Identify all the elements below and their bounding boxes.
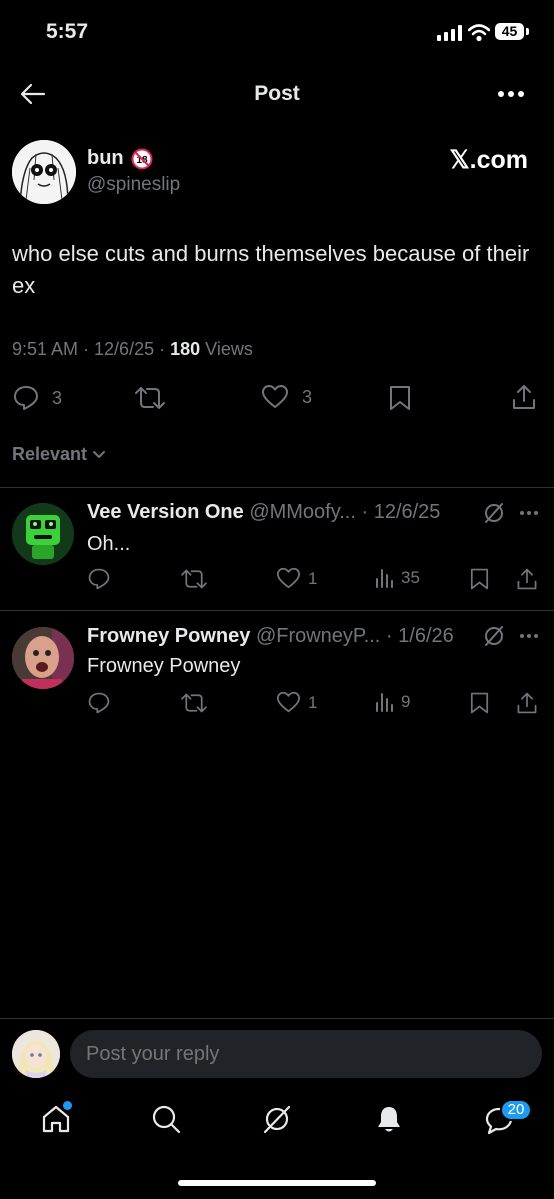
reply-icon <box>12 384 40 412</box>
reply-meta: @MMoofy... · 12/6/25 <box>249 501 441 523</box>
sort-dropdown[interactable]: Relevant <box>12 444 106 465</box>
post-text: who else cuts and burns themselves becau… <box>12 241 530 298</box>
current-user-avatar[interactable] <box>12 1030 60 1078</box>
post-timestamp: 9:51 AM · 12/6/25 · <box>12 339 171 359</box>
reply-text: Frowney Powney <box>87 655 241 677</box>
repost-icon <box>180 691 208 715</box>
bookmark-action[interactable] <box>469 691 490 715</box>
bell-icon <box>374 1104 404 1134</box>
more-options-icon[interactable] <box>519 510 539 516</box>
sort-label: Relevant <box>12 444 88 464</box>
battery-cap <box>526 28 529 35</box>
bookmark-icon <box>469 567 490 591</box>
share-action[interactable] <box>515 567 539 591</box>
page-title: Post <box>254 82 300 105</box>
reply-text: Oh... <box>87 533 131 555</box>
grok-icon <box>262 1104 292 1134</box>
home-notification-dot <box>63 1101 72 1110</box>
heart-icon <box>261 384 289 410</box>
grok-icon[interactable] <box>483 625 505 647</box>
reply-input[interactable] <box>70 1030 542 1078</box>
share-action[interactable] <box>515 691 539 715</box>
share-icon <box>515 691 539 715</box>
reply-icon <box>87 691 111 715</box>
like-count: 1 <box>308 692 318 712</box>
bar-chart-icon <box>374 567 394 589</box>
wifi-icon <box>468 24 490 42</box>
bookmark-action[interactable] <box>388 384 412 412</box>
like-action[interactable]: 3 <box>261 384 312 410</box>
battery-indicator: 45 <box>495 23 524 40</box>
reply-avatar[interactable] <box>12 503 74 565</box>
like-count: 1 <box>308 568 318 588</box>
like-action[interactable]: 1 <box>276 567 317 590</box>
reply-item[interactable]: Frowney Powney @FrowneyP... · 1/6/26 Fro… <box>0 611 554 733</box>
views-action[interactable]: 35 <box>374 567 420 589</box>
divider <box>0 1018 554 1019</box>
grok-icon[interactable] <box>483 502 505 524</box>
bookmark-icon <box>469 691 490 715</box>
like-count: 3 <box>302 386 313 407</box>
tab-grok[interactable] <box>262 1104 292 1134</box>
repost-action[interactable] <box>134 384 166 412</box>
search-icon <box>151 1104 181 1134</box>
bar-chart-icon <box>374 691 394 713</box>
reply-action[interactable]: 3 <box>12 384 62 412</box>
tab-search[interactable] <box>151 1104 181 1134</box>
tab-home[interactable] <box>41 1101 72 1134</box>
reply-display-name[interactable]: Frowney Powney <box>87 625 250 647</box>
reply-item[interactable]: Vee Version One @MMoofy... · 12/6/25 Oh.… <box>0 488 554 610</box>
share-action[interactable] <box>510 383 538 411</box>
signal-icon <box>437 25 463 41</box>
view-count: 35 <box>401 568 420 587</box>
bookmark-icon <box>388 384 412 412</box>
views-action[interactable]: 9 <box>374 691 410 713</box>
source-label: 𝕏.com <box>449 146 529 174</box>
heart-icon <box>276 691 301 714</box>
reply-avatar[interactable] <box>12 627 74 689</box>
status-time: 5:57 <box>46 20 89 43</box>
post-meta: 9:51 AM · 12/6/25 · 180 Views <box>12 339 253 360</box>
repost-action[interactable] <box>180 691 208 715</box>
share-icon <box>510 383 538 411</box>
bookmark-action[interactable] <box>469 567 490 591</box>
views-label: Views <box>200 339 253 359</box>
reply-display-name[interactable]: Vee Version One <box>87 501 244 523</box>
chevron-down-icon <box>92 450 106 460</box>
tab-notifications[interactable] <box>374 1104 404 1134</box>
reply-action[interactable] <box>87 691 111 715</box>
repost-action[interactable] <box>180 567 208 591</box>
reply-icon <box>87 567 111 591</box>
18-plus-icon: 18 <box>131 148 153 170</box>
messages-badge: 20 <box>500 1099 532 1121</box>
view-count: 9 <box>401 692 411 711</box>
repost-icon <box>134 384 166 412</box>
more-options-icon[interactable] <box>519 633 539 639</box>
like-action[interactable]: 1 <box>276 691 317 714</box>
more-options-icon[interactable] <box>497 90 525 98</box>
share-icon <box>515 567 539 591</box>
author-avatar[interactable] <box>12 140 76 204</box>
home-indicator <box>178 1180 376 1186</box>
views-count: 180 <box>170 339 201 359</box>
heart-icon <box>276 567 301 590</box>
author-handle[interactable]: @spineslip <box>87 174 180 196</box>
reply-meta: @FrowneyP... · 1/6/26 <box>255 625 454 647</box>
repost-icon <box>180 567 208 591</box>
reply-count: 3 <box>52 387 63 408</box>
reply-action[interactable] <box>87 567 111 591</box>
author-display-name[interactable]: bun <box>87 147 124 170</box>
